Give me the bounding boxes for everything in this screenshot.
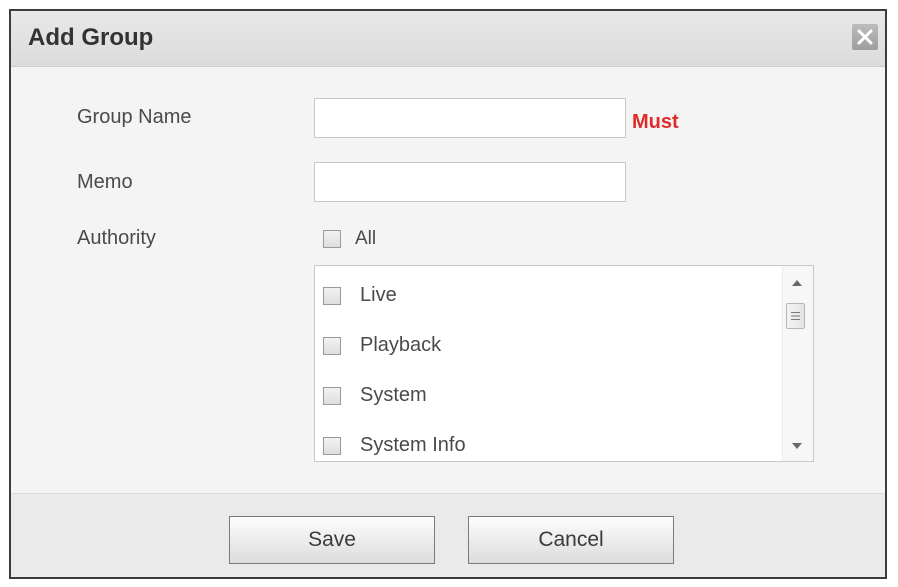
live-checkbox[interactable]	[323, 286, 341, 305]
scroll-thumb[interactable]	[786, 303, 805, 329]
authority-item-system-info[interactable]: System Info	[323, 434, 466, 457]
list-item-label: Live	[360, 284, 397, 306]
group-name-input[interactable]	[314, 98, 626, 138]
close-x-icon	[857, 29, 873, 45]
authority-item-playback[interactable]: Playback	[323, 334, 441, 357]
list-item-label: System	[360, 384, 427, 406]
group-name-label: Group Name	[77, 106, 192, 128]
required-indicator: Must	[632, 111, 679, 133]
all-label: All	[355, 228, 377, 249]
list-item-label: Playback	[360, 334, 442, 356]
authority-list[interactable]: Live Playback System System Info	[314, 265, 814, 462]
list-item-label: System Info	[360, 434, 466, 456]
save-button[interactable]: Save	[229, 516, 435, 564]
scroll-down-arrow-icon[interactable]	[792, 443, 802, 449]
scroll-up-arrow-icon[interactable]	[792, 280, 802, 286]
list-scrollbar[interactable]	[782, 266, 813, 461]
system-info-checkbox[interactable]	[323, 436, 341, 455]
memo-label: Memo	[77, 171, 133, 193]
dialog-title: Add Group	[28, 24, 154, 51]
add-group-dialog: Add Group Group Name Must Memo Authority…	[9, 9, 887, 579]
dialog-titlebar: Add Group	[11, 11, 885, 67]
close-button[interactable]	[852, 24, 878, 50]
all-checkbox[interactable]	[323, 230, 341, 248]
authority-item-system[interactable]: System	[323, 384, 427, 407]
authority-label: Authority	[77, 227, 156, 249]
system-checkbox[interactable]	[323, 386, 341, 405]
grip-lines-icon	[791, 312, 800, 320]
authority-item-live[interactable]: Live	[323, 284, 397, 307]
memo-input[interactable]	[314, 162, 626, 202]
playback-checkbox[interactable]	[323, 336, 341, 355]
dialog-footer: Save Cancel	[11, 493, 885, 577]
authority-all-option[interactable]: All	[323, 228, 376, 250]
cancel-button[interactable]: Cancel	[468, 516, 674, 564]
